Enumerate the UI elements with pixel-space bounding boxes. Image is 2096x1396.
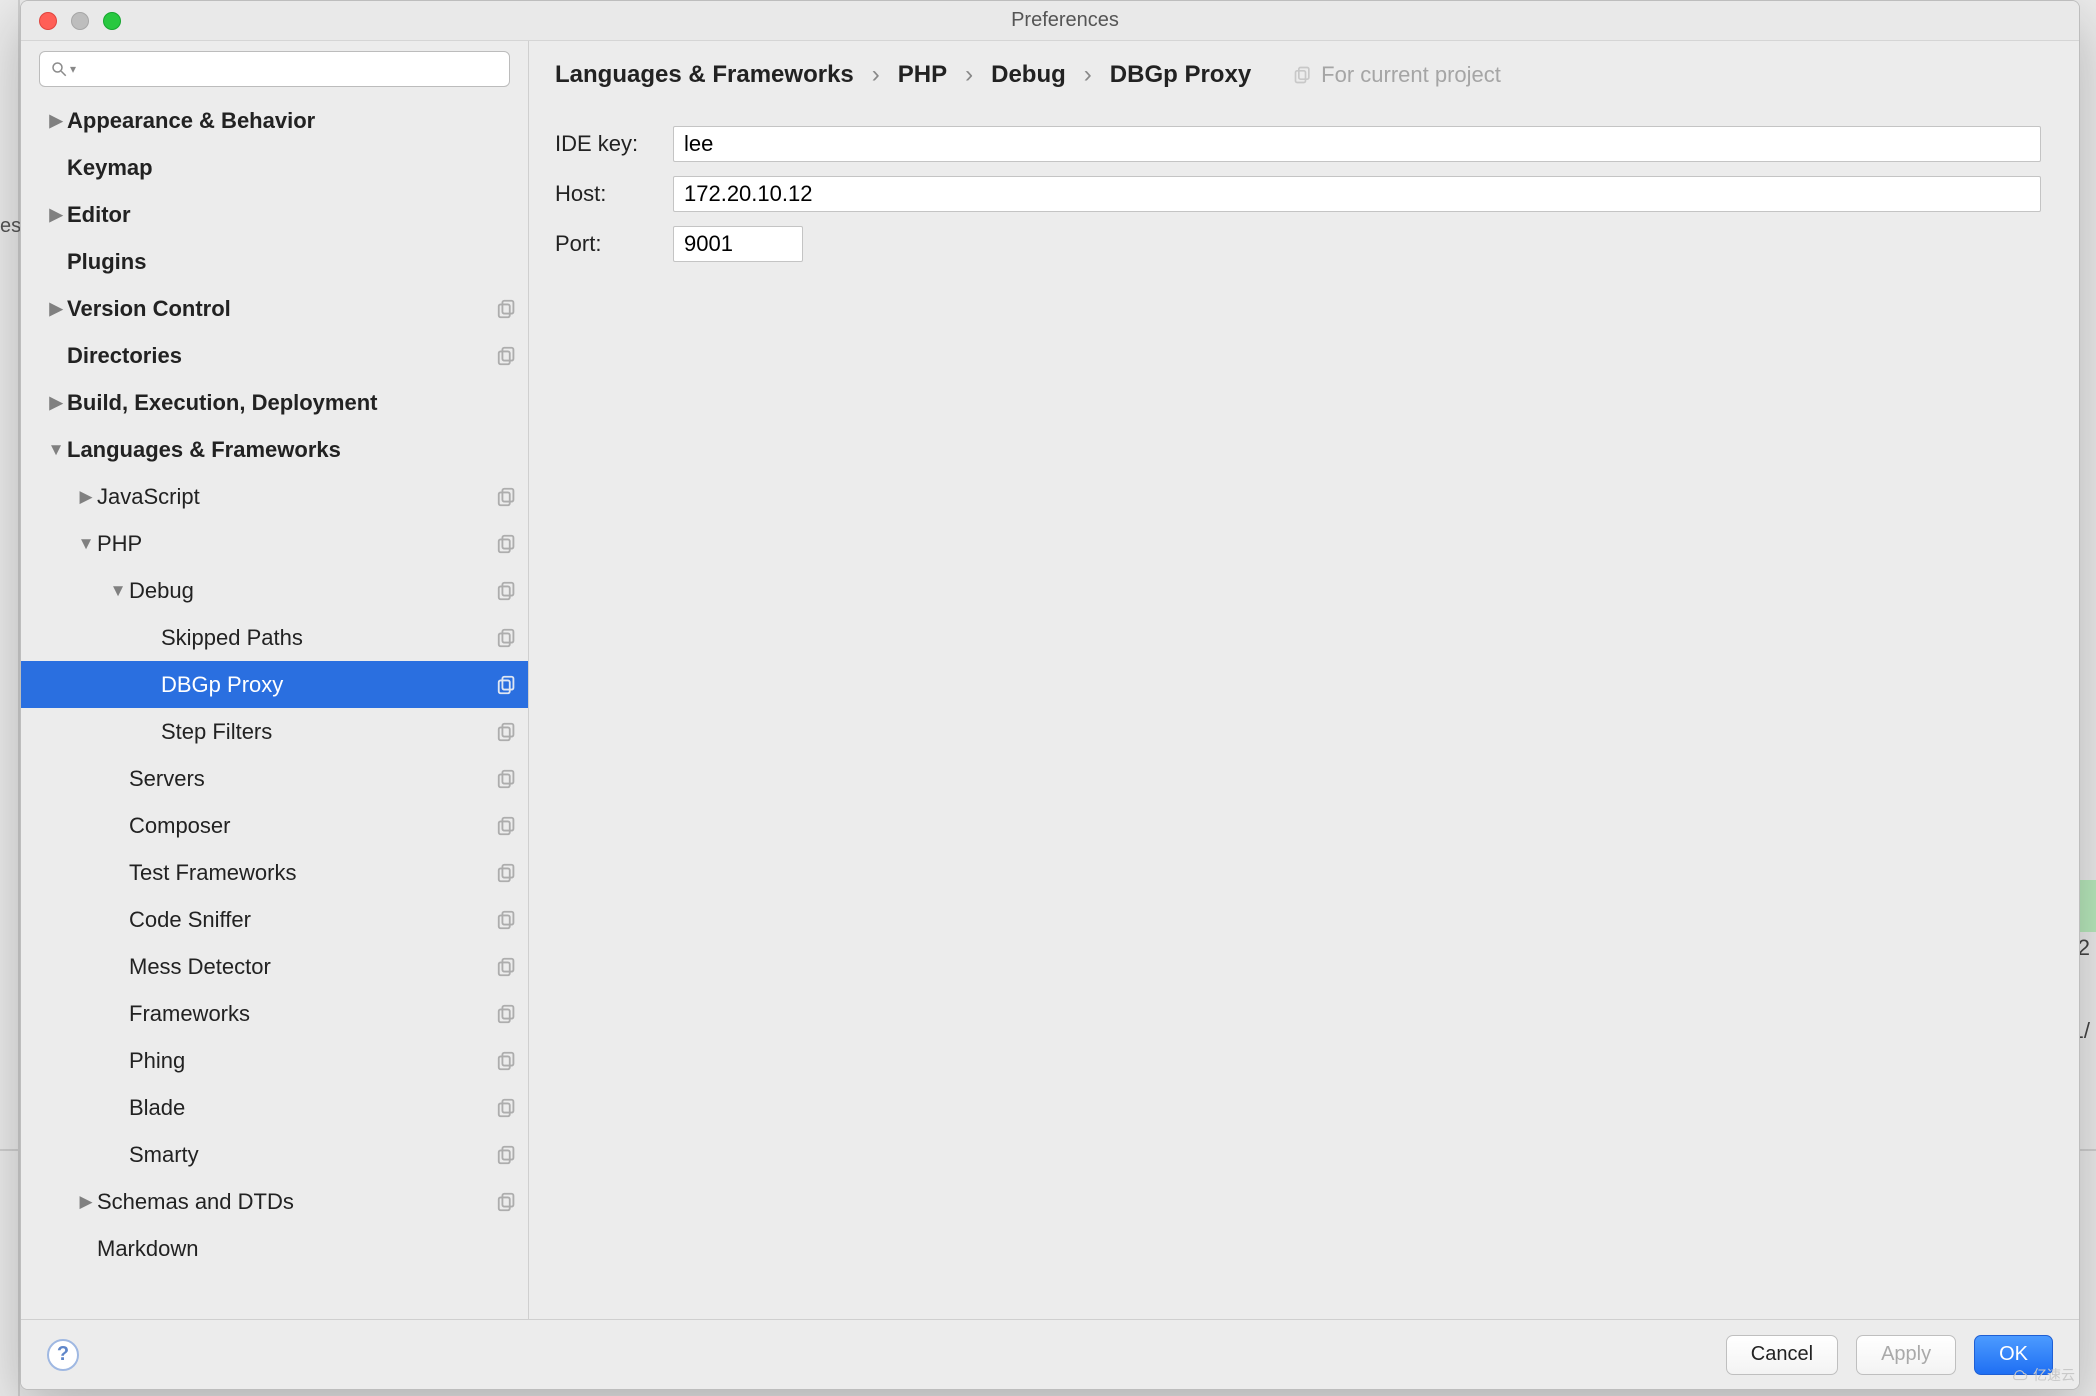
dbgp-proxy-form: IDE key: Host: Port: — [529, 106, 2079, 282]
project-scope-badge: For current project — [1293, 62, 1501, 88]
tree-item-label: Skipped Paths — [161, 625, 496, 651]
chevron-down-icon[interactable]: ▼ — [107, 581, 129, 601]
tree-item[interactable]: Mess Detector — [21, 943, 528, 990]
host-input[interactable] — [673, 176, 2041, 212]
settings-panel: Languages & Frameworks › PHP › Debug › DBGp Pr… — [529, 41, 2079, 1319]
tree-item-label: Languages & Frameworks — [67, 437, 518, 463]
chevron-right-icon[interactable]: ▶ — [45, 205, 67, 225]
tree-item-label: Frameworks — [129, 1001, 496, 1027]
tree-item[interactable]: Composer — [21, 802, 528, 849]
tree-item-label: Appearance & Behavior — [67, 108, 518, 134]
tree-item[interactable]: ▶Schemas and DTDs — [21, 1178, 528, 1225]
close-icon[interactable] — [39, 12, 57, 30]
tree-item[interactable]: Directories — [21, 332, 528, 379]
tree-item[interactable]: Skipped Paths — [21, 614, 528, 661]
search-icon — [50, 60, 68, 78]
window-controls — [21, 12, 121, 30]
dialog-footer: ? Cancel Apply OK — [21, 1319, 2079, 1389]
tree-item[interactable]: Phing — [21, 1037, 528, 1084]
tree-item[interactable]: ▶Version Control — [21, 285, 528, 332]
ide-key-input[interactable] — [673, 126, 2041, 162]
apply-button[interactable]: Apply — [1856, 1335, 1956, 1375]
tree-item-label: Debug — [129, 578, 496, 604]
chevron-down-icon[interactable]: ▼ — [75, 534, 97, 554]
chevron-right-icon[interactable]: ▶ — [75, 1192, 97, 1212]
chevron-down-icon[interactable]: ▾ — [70, 62, 76, 76]
chevron-down-icon[interactable]: ▼ — [45, 440, 67, 460]
port-label: Port: — [555, 231, 673, 257]
tree-item[interactable]: Frameworks — [21, 990, 528, 1037]
tree-item-label: Plugins — [67, 249, 518, 275]
copy-icon — [1293, 65, 1313, 85]
tree-item-label: PHP — [97, 531, 496, 557]
chevron-right-icon: › — [965, 61, 973, 89]
tree-item-label: Servers — [129, 766, 496, 792]
tree-item[interactable]: Blade — [21, 1084, 528, 1131]
tree-item[interactable]: Step Filters — [21, 708, 528, 755]
tree-item[interactable]: ▼Languages & Frameworks — [21, 426, 528, 473]
tree-item-label: Directories — [67, 343, 496, 369]
chevron-right-icon[interactable]: ▶ — [45, 393, 67, 413]
breadcrumb-item[interactable]: Languages & Frameworks — [555, 61, 854, 89]
minimize-icon[interactable] — [71, 12, 89, 30]
help-button[interactable]: ? — [47, 1339, 79, 1371]
chevron-right-icon[interactable]: ▶ — [45, 111, 67, 131]
tree-item-label: Keymap — [67, 155, 518, 181]
breadcrumb-item[interactable]: PHP — [898, 61, 947, 89]
chevron-right-icon: › — [1084, 61, 1092, 89]
chevron-right-icon[interactable]: ▶ — [45, 299, 67, 319]
sidebar: ▾ ▶Appearance & BehaviorKeymap▶EditorPlu… — [21, 41, 529, 1319]
tree-item[interactable]: Keymap — [21, 144, 528, 191]
tree-item-label: Editor — [67, 202, 518, 228]
tree-item[interactable]: Plugins — [21, 238, 528, 285]
tree-item[interactable]: Test Frameworks — [21, 849, 528, 896]
watermark: 亿速云 — [2011, 1365, 2075, 1385]
maximize-icon[interactable] — [103, 12, 121, 30]
tree-item[interactable]: ▶Appearance & Behavior — [21, 97, 528, 144]
tree-item-label: Code Sniffer — [129, 907, 496, 933]
tree-item-label: Mess Detector — [129, 954, 496, 980]
preferences-dialog: Preferences ▾ ▶Appearance & BehaviorKeym… — [20, 0, 2080, 1390]
tree-item-label: Composer — [129, 813, 496, 839]
search-input[interactable]: ▾ — [39, 51, 510, 87]
tree-item[interactable]: Servers — [21, 755, 528, 802]
tree-item-label: Step Filters — [161, 719, 496, 745]
tree-item-label: Phing — [129, 1048, 496, 1074]
tree-item[interactable]: Code Sniffer — [21, 896, 528, 943]
titlebar: Preferences — [21, 1, 2079, 41]
tree-item[interactable]: ▼Debug — [21, 567, 528, 614]
tree-item-label: Version Control — [67, 296, 496, 322]
tree-item[interactable]: Markdown — [21, 1225, 528, 1272]
tree-item-label: JavaScript — [97, 484, 496, 510]
ide-key-label: IDE key: — [555, 131, 673, 157]
tree-item-label: Build, Execution, Deployment — [67, 390, 518, 416]
cloud-icon — [2011, 1366, 2029, 1384]
window-title: Preferences — [121, 9, 2079, 32]
tree-item[interactable]: DBGp Proxy — [21, 661, 528, 708]
tree-item-label: DBGp Proxy — [161, 672, 496, 698]
search-field[interactable] — [80, 59, 499, 80]
tree-item[interactable]: ▶JavaScript — [21, 473, 528, 520]
tree-item[interactable]: Smarty — [21, 1131, 528, 1178]
chevron-right-icon[interactable]: ▶ — [75, 487, 97, 507]
host-label: Host: — [555, 181, 673, 207]
tree-item-label: Smarty — [129, 1142, 496, 1168]
chevron-right-icon: › — [872, 61, 880, 89]
settings-tree[interactable]: ▶Appearance & BehaviorKeymap▶EditorPlugi… — [21, 97, 528, 1319]
tree-item-label: Test Frameworks — [129, 860, 496, 886]
port-input[interactable] — [673, 226, 803, 262]
background-fragment: es — [0, 215, 21, 238]
tree-item[interactable]: ▼PHP — [21, 520, 528, 567]
breadcrumb-item[interactable]: DBGp Proxy — [1110, 61, 1251, 89]
breadcrumb-item[interactable]: Debug — [991, 61, 1066, 89]
tree-item-label: Markdown — [97, 1236, 518, 1262]
cancel-button[interactable]: Cancel — [1726, 1335, 1838, 1375]
tree-item[interactable]: ▶Build, Execution, Deployment — [21, 379, 528, 426]
tree-item[interactable]: ▶Editor — [21, 191, 528, 238]
tree-item-label: Blade — [129, 1095, 496, 1121]
breadcrumb: Languages & Frameworks › PHP › Debug › DBGp Pr… — [555, 61, 1251, 89]
project-scope-label: For current project — [1321, 62, 1501, 88]
tree-item-label: Schemas and DTDs — [97, 1189, 496, 1215]
